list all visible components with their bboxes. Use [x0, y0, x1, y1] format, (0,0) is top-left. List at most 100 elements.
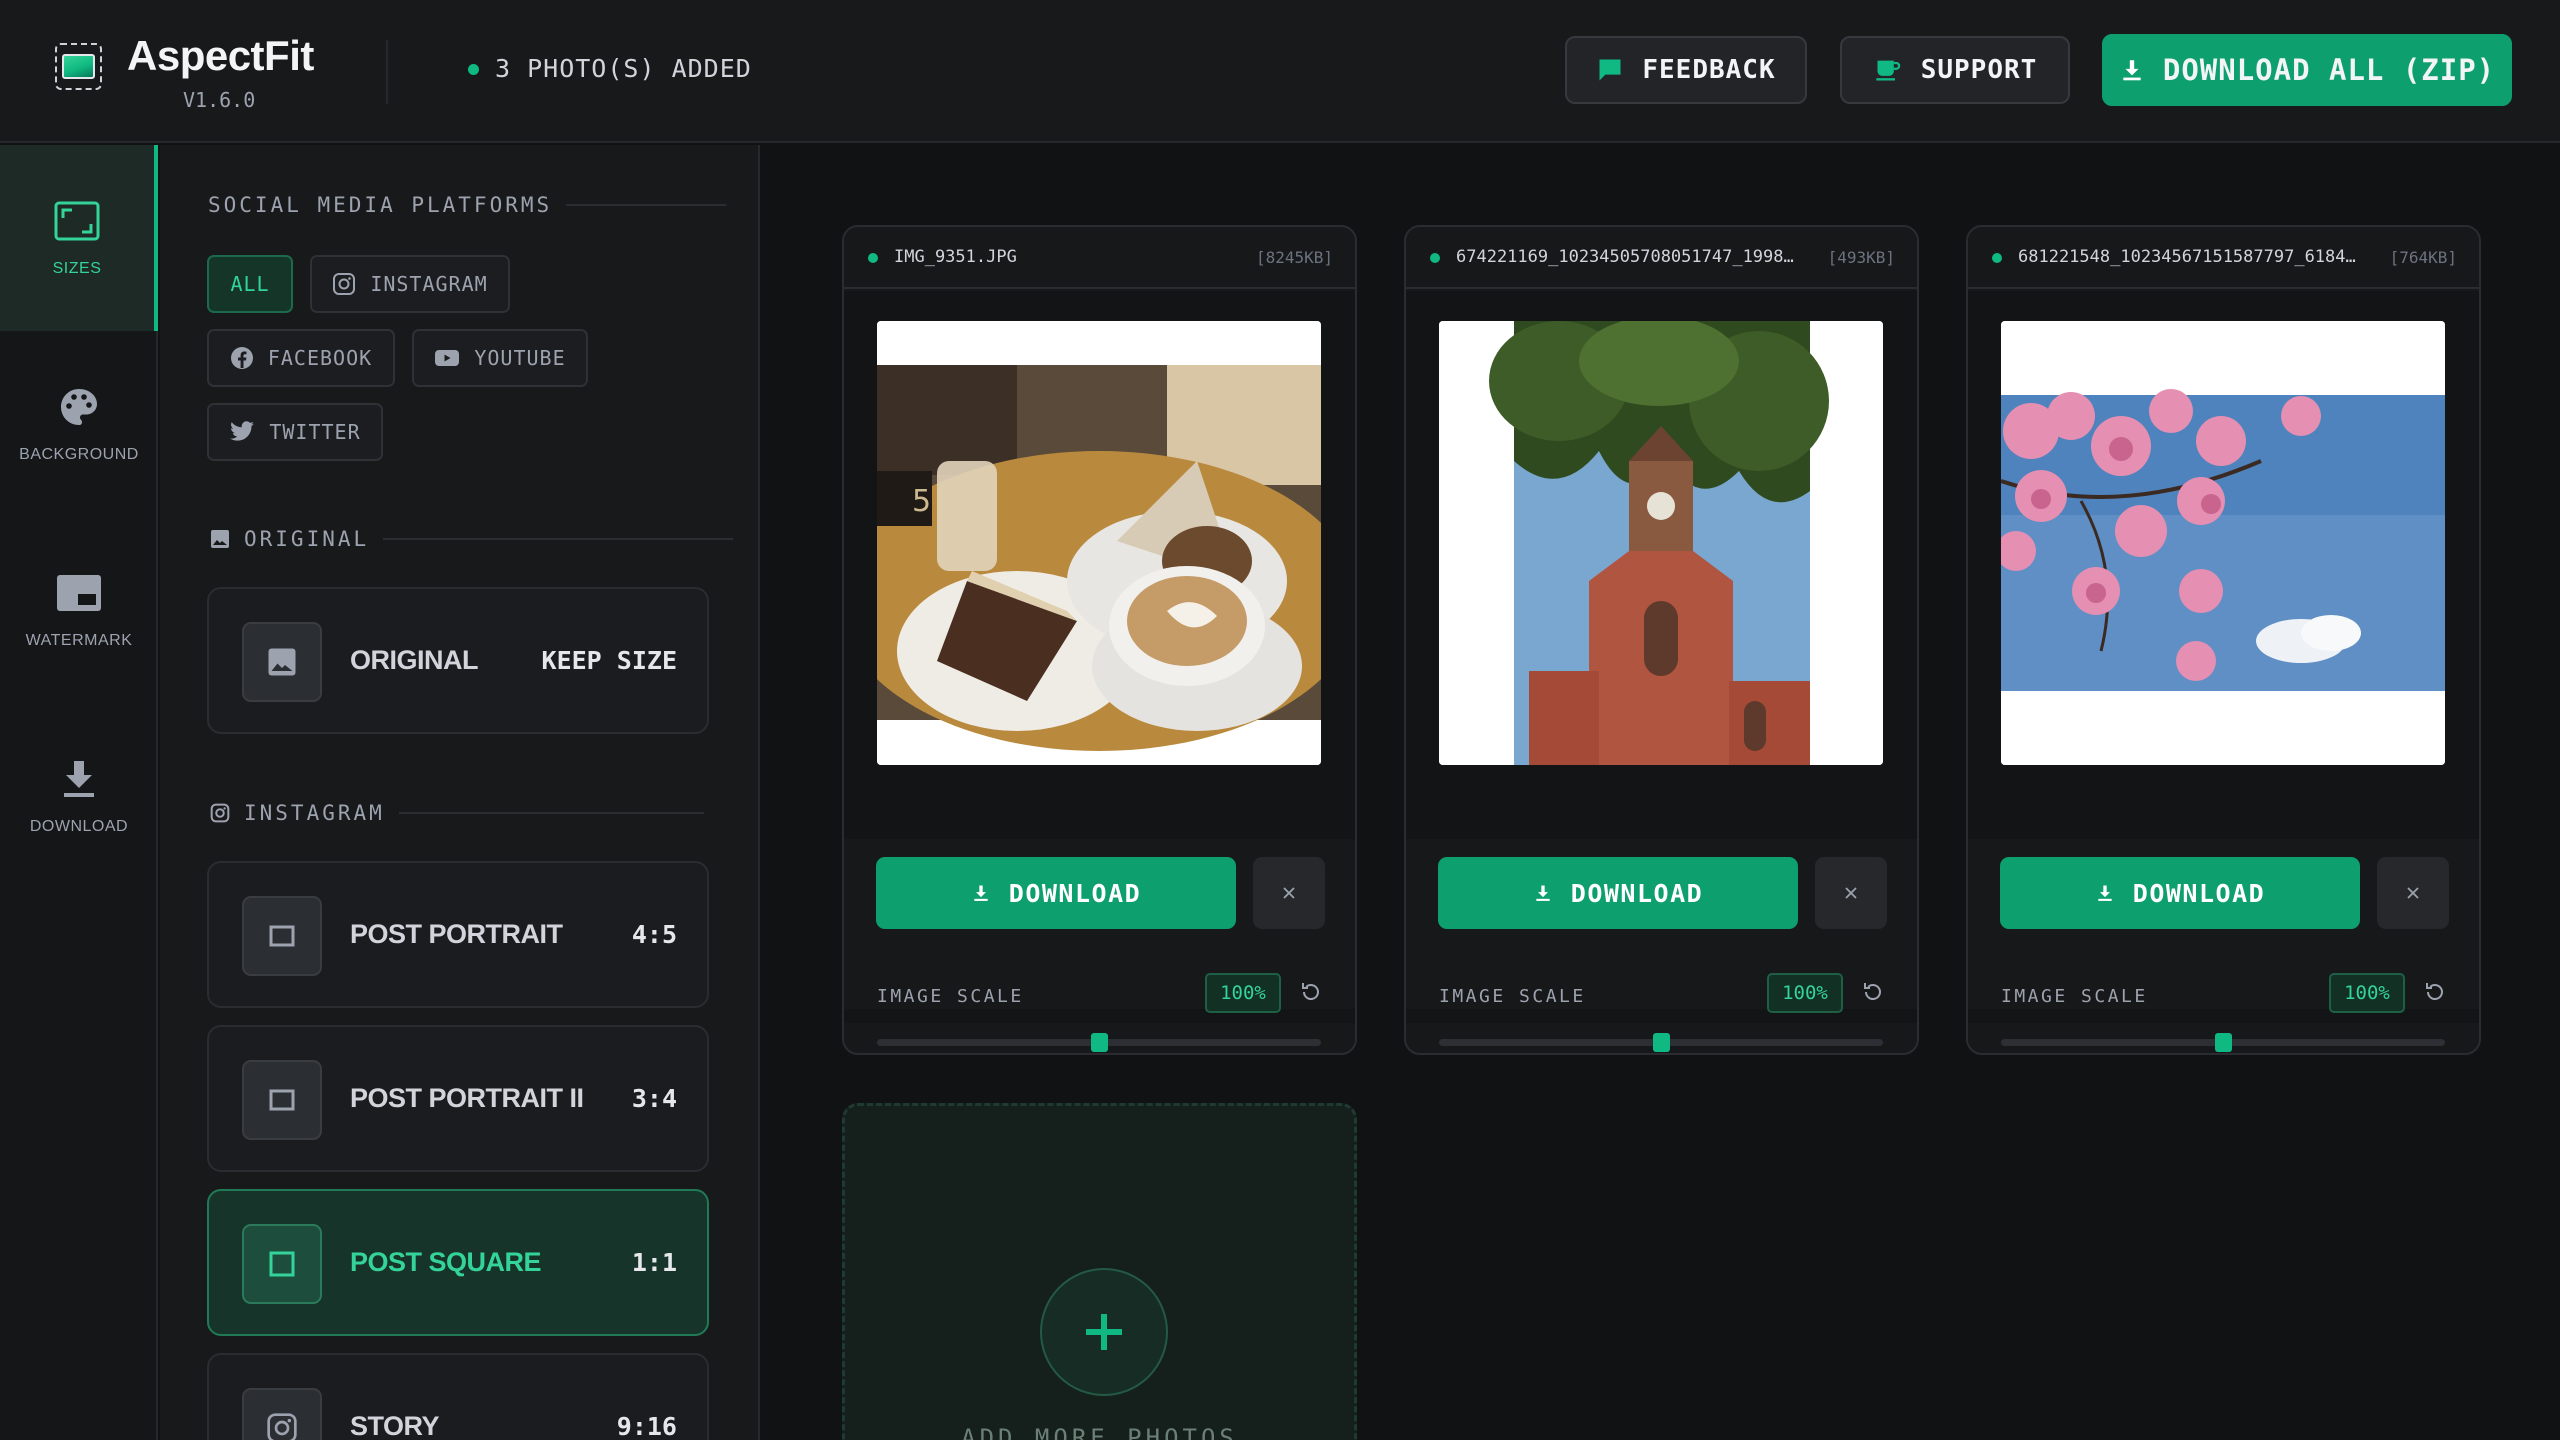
- download-icon: [974, 885, 988, 901]
- nav-item-watermark[interactable]: WATERMARK: [0, 517, 158, 703]
- nav-label: SIZES: [52, 260, 102, 277]
- download-all-button[interactable]: DOWNLOAD ALL (ZIP): [2102, 34, 2512, 106]
- watermark-icon: [56, 570, 102, 616]
- chip-instagram[interactable]: INSTAGRAM: [310, 255, 510, 313]
- reset-icon[interactable]: [1299, 980, 1323, 1004]
- photo-card: 674221169_10234505708051747_199838... [4…: [1404, 225, 1919, 1055]
- size-card-post-portrait[interactable]: POST PORTRAIT 4:5: [207, 861, 709, 1008]
- size-card-post-square[interactable]: POST SQUARE 1:1: [207, 1189, 709, 1336]
- photo-preview: [1439, 321, 1883, 765]
- download-all-label: DOWNLOAD ALL (ZIP): [2162, 53, 2496, 87]
- nav-item-background[interactable]: BACKGROUND: [0, 331, 158, 517]
- app-version: V1.6.0: [183, 88, 256, 112]
- square-icon: [242, 1060, 322, 1140]
- size-ratio: KEEP SIZE: [541, 646, 677, 675]
- chip-youtube[interactable]: YOUTUBE: [412, 329, 588, 387]
- nav-label: BACKGROUND: [19, 446, 139, 463]
- twitter-icon: [230, 421, 255, 441]
- close-icon: [1283, 887, 1295, 899]
- instagram-icon: [333, 273, 356, 295]
- download-icon: [1536, 885, 1550, 901]
- platforms-section-title: SOCIAL MEDIA PLATFORMS: [208, 193, 727, 217]
- scale-slider[interactable]: [877, 1033, 1321, 1052]
- facebook-icon: [230, 347, 253, 369]
- scale-label: IMAGE SCALE: [1439, 986, 1586, 1007]
- nav-item-download[interactable]: DOWNLOAD: [0, 703, 158, 889]
- size-ratio: 4:5: [631, 920, 677, 949]
- reset-icon[interactable]: [2423, 980, 2447, 1004]
- feedback-label: FEEDBACK: [1642, 55, 1776, 85]
- size-ratio: 9:16: [616, 1412, 677, 1440]
- left-nav: SIZES BACKGROUND WATERMARK DOWNLOAD: [0, 145, 158, 1440]
- add-more-photos-dropzone[interactable]: ADD MORE PHOTOS: [842, 1103, 1357, 1440]
- download-button[interactable]: DOWNLOAD: [1438, 857, 1798, 929]
- photo-image: [1439, 321, 1883, 765]
- header-divider: [386, 40, 388, 104]
- size-ratio: 1:1: [631, 1248, 677, 1277]
- size-name: POST PORTRAIT II: [350, 1083, 584, 1113]
- remove-photo-button[interactable]: [1815, 857, 1887, 929]
- palette-icon: [56, 384, 102, 430]
- photo-card: IMG_9351.JPG [8245KB] 5 DOWNLOAD IMAGE S…: [842, 225, 1357, 1055]
- plus-icon[interactable]: [1040, 1268, 1168, 1396]
- chip-all[interactable]: ALL: [207, 255, 293, 313]
- size-card-original[interactable]: ORIGINAL KEEP SIZE: [207, 587, 709, 734]
- close-icon: [2407, 887, 2419, 899]
- feedback-button[interactable]: FEEDBACK: [1565, 36, 1807, 104]
- scale-value[interactable]: 100%: [1767, 973, 1843, 1013]
- slider-handle[interactable]: [1652, 1033, 1670, 1052]
- app-logo-icon: [55, 43, 102, 90]
- scale-label: IMAGE SCALE: [2001, 986, 2148, 1007]
- photo-count-status: 3 PHOTO(S) ADDED: [495, 54, 752, 83]
- size-name: ORIGINAL: [350, 645, 479, 675]
- image-icon: [242, 622, 322, 702]
- scale-value[interactable]: 100%: [1205, 973, 1281, 1013]
- photo-image: 5: [877, 321, 1321, 765]
- slider-handle[interactable]: [2214, 1033, 2232, 1052]
- size-card-story[interactable]: STORY 9:16: [207, 1353, 709, 1440]
- scale-value[interactable]: 100%: [2329, 973, 2405, 1013]
- reset-icon[interactable]: [1861, 980, 1885, 1004]
- photo-image: [2001, 321, 2445, 765]
- chip-twitter[interactable]: TWITTER: [207, 403, 383, 461]
- photo-filesize: [8245KB]: [1255, 248, 1333, 267]
- size-name: POST SQUARE: [350, 1247, 542, 1277]
- nav-item-sizes[interactable]: SIZES: [0, 145, 158, 331]
- status-dot-icon: [868, 253, 878, 263]
- support-button[interactable]: SUPPORT: [1840, 36, 2070, 104]
- status-dot-icon: [1992, 253, 2002, 263]
- scale-label: IMAGE SCALE: [877, 986, 1024, 1007]
- photo-grid: IMG_9351.JPG [8245KB] 5 DOWNLOAD IMAGE S…: [762, 145, 2560, 1440]
- photo-preview: [2001, 321, 2445, 765]
- square-icon: [242, 1224, 322, 1304]
- status-dot-icon: [1430, 253, 1440, 263]
- close-icon: [1845, 887, 1857, 899]
- download-icon: [2123, 60, 2141, 81]
- photo-preview: 5: [877, 321, 1321, 765]
- remove-photo-button[interactable]: [1253, 857, 1325, 929]
- add-more-label: ADD MORE PHOTOS: [961, 1424, 1238, 1440]
- remove-photo-button[interactable]: [2377, 857, 2449, 929]
- image-icon: [211, 530, 229, 548]
- download-icon: [2098, 885, 2112, 901]
- download-button[interactable]: DOWNLOAD: [2000, 857, 2360, 929]
- nav-label: DOWNLOAD: [29, 818, 129, 835]
- download-button[interactable]: DOWNLOAD: [876, 857, 1236, 929]
- scale-slider[interactable]: [1439, 1033, 1883, 1052]
- size-name: POST PORTRAIT: [350, 919, 563, 949]
- original-section-title: ORIGINAL: [210, 527, 734, 551]
- scale-slider[interactable]: [2001, 1033, 2445, 1052]
- photo-filesize: [764KB]: [2389, 248, 2457, 267]
- svg-text:5: 5: [912, 484, 931, 519]
- support-label: SUPPORT: [1920, 55, 2038, 85]
- photo-filename: 681221548_10234567151587797_618402...: [2018, 247, 2358, 267]
- instagram-icon: [210, 803, 230, 823]
- chip-facebook[interactable]: FACEBOOK: [207, 329, 395, 387]
- square-icon: [242, 896, 322, 976]
- photo-filename: 674221169_10234505708051747_199838...: [1456, 247, 1796, 267]
- chat-icon: [1599, 59, 1621, 81]
- nav-label: WATERMARK: [25, 632, 133, 649]
- size-card-post-portrait-ii[interactable]: POST PORTRAIT II 3:4: [207, 1025, 709, 1172]
- coffee-icon: [1876, 60, 1900, 81]
- slider-handle[interactable]: [1090, 1033, 1108, 1052]
